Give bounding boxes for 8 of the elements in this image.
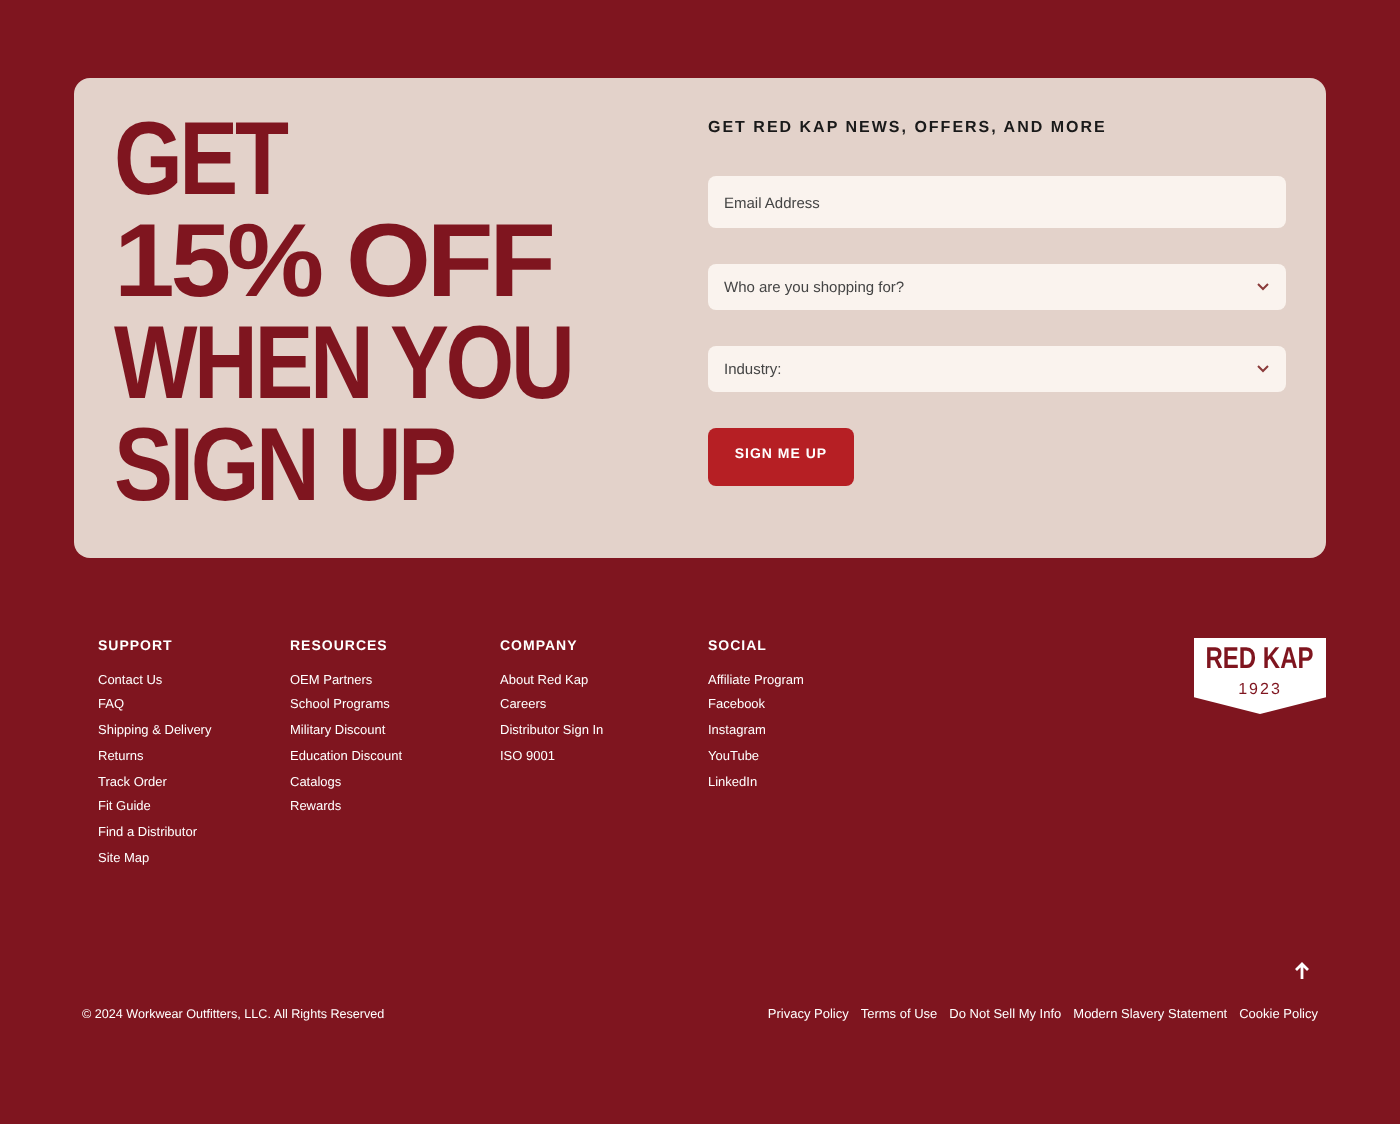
headline-text: SIGN UP [114,416,456,518]
arrow-up-icon[interactable] [1294,962,1310,980]
form-title: GET RED KAP NEWS, OFFERS, AND MORE [708,116,1109,140]
headline-text: GET [114,110,289,212]
chevron-down-icon [1256,282,1270,292]
brand-logo: RED KAP 1923 [1194,638,1326,714]
chevron-down-icon [1256,364,1270,374]
headline-text: WHEN YOU [114,314,574,416]
